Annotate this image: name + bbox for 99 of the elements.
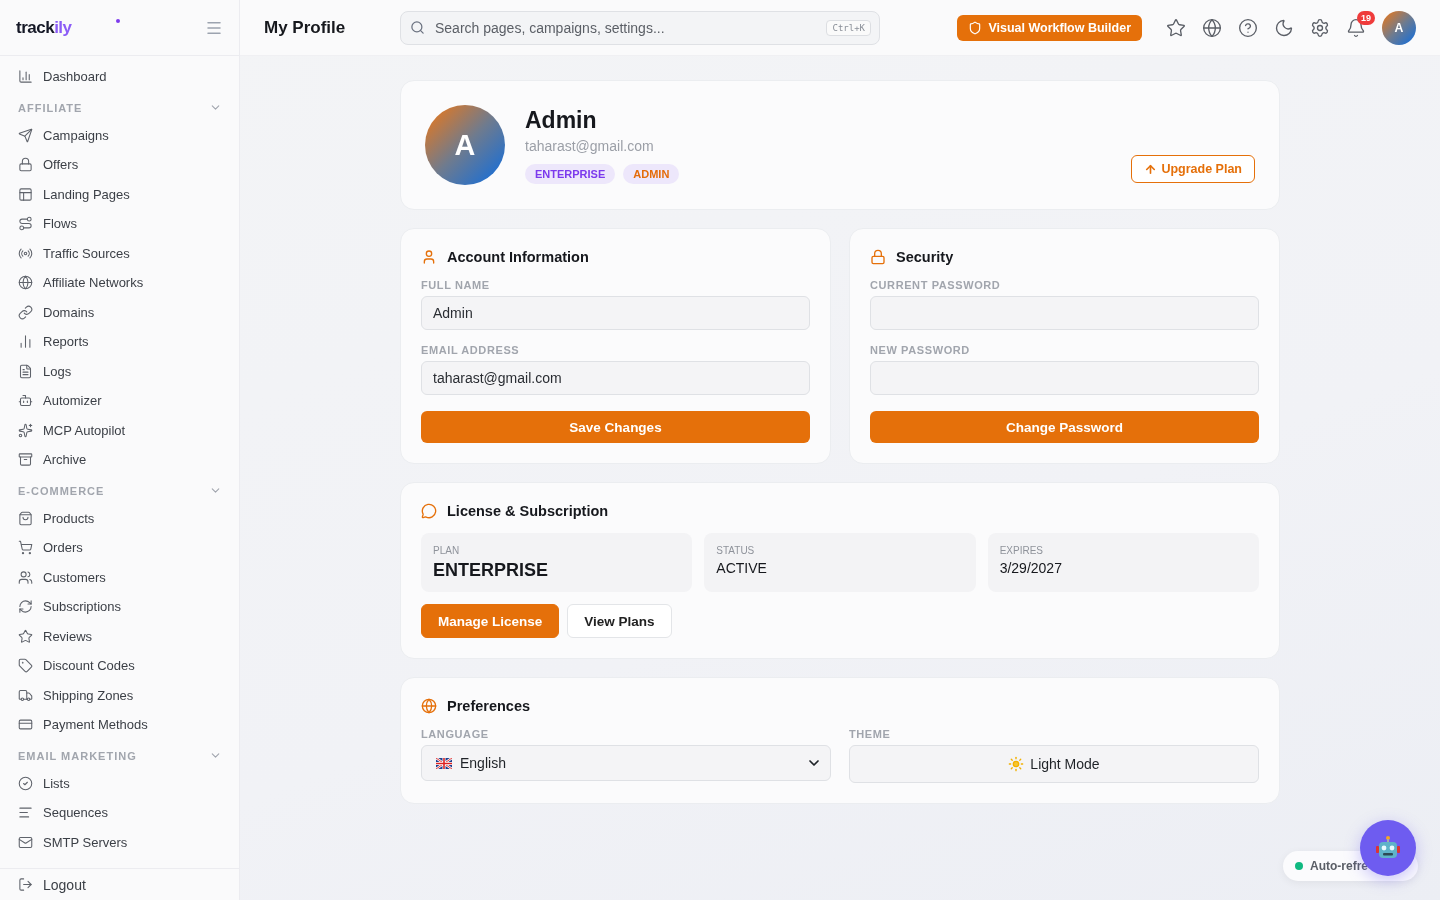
globe-icon[interactable] [1202,17,1222,38]
logo: trackily [16,17,72,38]
tile-value: ACTIVE [716,560,768,576]
arrow-up-icon [1144,162,1158,176]
sidebar-item[interactable]: Flows [8,209,231,239]
profile-email: taharast@gmail.com [525,137,655,154]
credit-card-icon [18,717,33,733]
theme-button[interactable]: Light Mode [849,745,1259,783]
bag-icon [18,510,33,526]
cart-icon [18,540,33,556]
settings-icon[interactable] [1310,17,1330,38]
sidebar-item[interactable]: Discount Codes [8,651,231,681]
help-icon[interactable] [1238,17,1258,38]
field-label: CURRENT PASSWORD [870,279,1002,291]
profile-avatar: A [425,105,505,185]
sidebar-item[interactable]: Sequences [8,798,231,828]
notification-badge: 19 [1357,10,1375,25]
lock-icon [18,157,33,173]
sidebar-item[interactable]: Payment Methods [8,710,231,740]
sidebar-item[interactable]: Landing Pages [8,179,231,209]
users-icon [18,569,33,585]
moon-icon[interactable] [1274,17,1294,38]
field-label: THEME [849,728,892,740]
sidebar-item[interactable]: Campaigns [8,120,231,150]
truck-icon [18,687,33,703]
sidebar-item[interactable]: Traffic Sources [8,238,231,268]
globe-icon [421,698,437,714]
lock-icon [870,249,886,265]
card-title: Security [870,249,1259,265]
role-tag: ADMIN [623,163,680,184]
field-label: FULL NAME [421,279,491,291]
logout-icon [18,877,33,892]
flag-icon [436,757,452,769]
send-icon [18,127,33,143]
action-button[interactable]: View Plans [567,604,672,638]
card-title: License & Subscription [421,503,1259,519]
refresh-icon [18,599,33,615]
bar-chart-icon [18,334,33,350]
field-label: NEW PASSWORD [870,344,971,356]
card-title: Preferences [421,698,1259,714]
layout-icon [18,186,33,202]
dot-icon [116,19,120,23]
tag-icon [18,658,33,674]
sidebar-item[interactable]: Domains [8,297,231,327]
sidebar-item[interactable]: Customers [8,562,231,592]
input-field[interactable]: Admin [421,296,810,330]
mail-icon [18,834,33,850]
robot-icon [1375,835,1401,861]
sidebar-item[interactable]: Logs [8,356,231,386]
route-icon [18,216,33,232]
sidebar-item[interactable]: Offers [8,150,231,180]
tile-label: PLAN [433,545,461,556]
star-icon[interactable] [1166,17,1186,38]
sidebar-item[interactable]: Archive [8,445,231,475]
link-icon [18,304,33,320]
archive-icon [18,452,33,468]
sidebar-item[interactable]: Reports [8,327,231,357]
sidebar-item[interactable]: Lists [8,768,231,798]
sidebar-item[interactable]: Shipping Zones [8,680,231,710]
user-avatar[interactable]: A [1382,10,1416,45]
language-select[interactable]: English [421,745,831,781]
tile-label: EXPIRES [999,545,1044,556]
check-circle-icon [18,775,33,791]
auto-refresh-label: Auto-refre [1310,859,1368,873]
sidebar-item[interactable]: Dashboard [8,62,231,92]
card-title: Account Information [421,249,810,265]
sidebar-item[interactable]: Automizer [8,386,231,416]
sidebar-item[interactable]: SMTP Servers [8,827,231,857]
tile-value: 3/29/2027 [999,560,1063,576]
status-dot [1295,862,1303,870]
logout-link[interactable]: Logout [0,868,239,900]
sparkle-icon [18,422,33,438]
sidebar-item[interactable]: MCP Autopilot [8,415,231,445]
tile-value: ENTERPRISE [433,560,550,581]
shield-icon [968,20,983,35]
sun-icon [1008,756,1025,772]
field-label: EMAIL ADDRESS [421,344,521,356]
lines-icon [18,805,33,821]
input-field[interactable] [870,361,1259,395]
search-icon [410,19,425,35]
tile-label: STATUS [716,545,756,556]
sidebar-item[interactable]: Reviews [8,621,231,651]
page-title: My Profile [264,17,347,38]
sidebar-item[interactable]: Orders [8,533,231,563]
globe-icon [18,275,33,291]
sidebar-item[interactable]: Subscriptions [8,592,231,622]
input-field[interactable]: taharast@gmail.com [421,361,810,395]
robot-icon [18,393,33,409]
chat-bubble-icon [421,503,437,519]
input-field[interactable] [870,296,1259,330]
profile-name: Admin [525,106,598,134]
star-icon [18,628,33,644]
chart-icon [18,69,33,85]
field-label: LANGUAGE [421,728,490,740]
role-tag: ENTERPRISE [525,163,616,184]
sidebar-item[interactable]: Products [8,503,231,533]
sidebar-item[interactable]: Affiliate Networks [8,268,231,298]
user-icon [421,249,437,265]
document-icon [18,363,33,379]
